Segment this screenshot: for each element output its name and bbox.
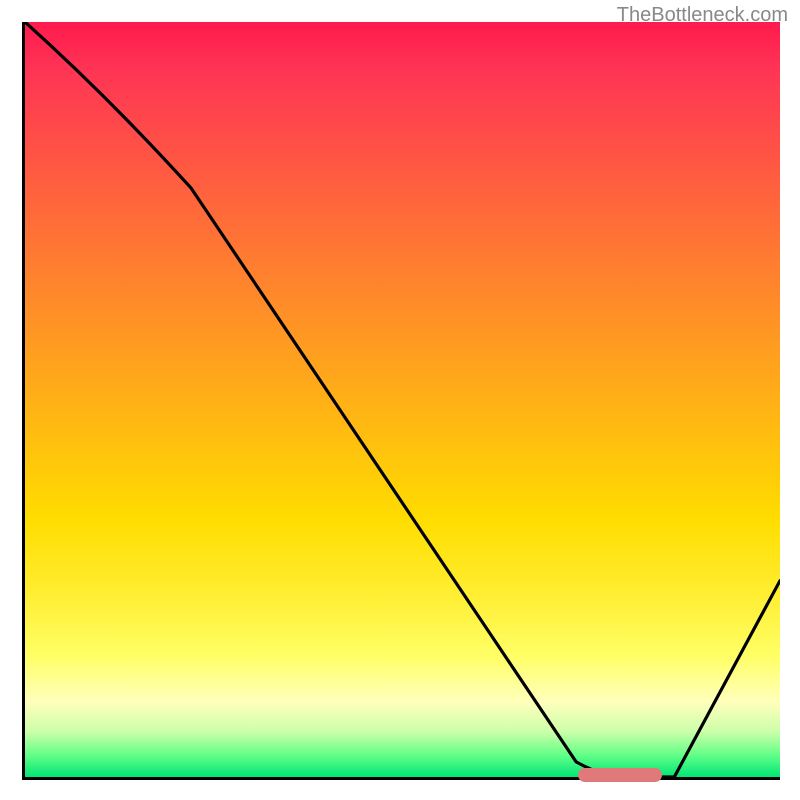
plot-area [22,22,780,780]
watermark-text: TheBottleneck.com [617,4,788,27]
bottleneck-curve-line [25,22,780,777]
chart-svg [25,22,780,777]
optimal-range-marker [578,768,661,782]
